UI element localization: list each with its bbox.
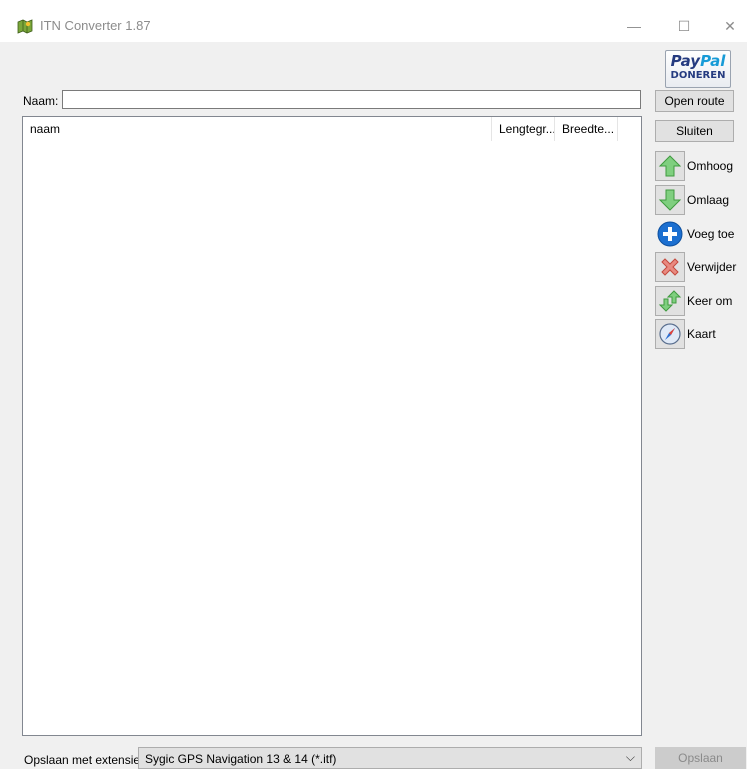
window-title: ITN Converter 1.87: [40, 18, 151, 33]
reverse-route-button[interactable]: Keer om: [655, 286, 747, 316]
add-icon: [655, 219, 685, 249]
paypal-donate-button[interactable]: PayPal DONEREN: [665, 50, 731, 88]
route-name-input[interactable]: [62, 90, 641, 109]
add-label: Voeg toe: [687, 227, 735, 241]
column-header-longitude[interactable]: Lengtegr...: [491, 117, 556, 141]
arrow-up-icon: [655, 151, 685, 181]
close-window-button[interactable]: ✕: [710, 12, 747, 40]
move-up-button[interactable]: Omhoog: [655, 151, 747, 181]
extension-select[interactable]: Sygic GPS Navigation 13 & 14 (*.itf) ⌵: [138, 747, 642, 769]
waypoint-list[interactable]: naam Lengtegr... Breedte...: [22, 116, 642, 736]
name-label: Naam:: [23, 94, 59, 108]
maximize-button[interactable]: ☐: [664, 12, 704, 40]
open-route-button[interactable]: Open route: [655, 90, 734, 112]
column-header-latitude[interactable]: Breedte...: [554, 117, 618, 141]
delete-waypoint-button[interactable]: Verwijder: [655, 252, 747, 282]
add-waypoint-button[interactable]: Voeg toe: [655, 219, 747, 249]
map-label: Kaart: [687, 327, 716, 341]
reverse-icon: [655, 286, 685, 316]
close-route-button[interactable]: Sluiten: [655, 120, 734, 142]
move-down-label: Omlaag: [687, 193, 730, 207]
chevron-down-icon: ⌵: [625, 750, 635, 764]
title-bar: ITN Converter 1.87 — ☐ ✕: [0, 0, 747, 42]
extension-label: Opslaan met extensie:: [24, 753, 144, 767]
arrow-down-icon: [655, 185, 685, 215]
save-button[interactable]: Opslaan: [655, 747, 746, 769]
extension-selected-value: Sygic GPS Navigation 13 & 14 (*.itf): [145, 752, 337, 766]
minimize-button[interactable]: —: [614, 12, 654, 40]
donate-label: DONEREN: [670, 70, 726, 81]
paypal-logo: PayPal: [670, 52, 726, 70]
delete-icon: [655, 252, 685, 282]
move-down-button[interactable]: Omlaag: [655, 185, 747, 215]
move-up-label: Omhoog: [687, 159, 734, 173]
delete-label: Verwijder: [687, 260, 737, 274]
reverse-label: Keer om: [687, 294, 733, 308]
column-header-name[interactable]: naam: [23, 117, 491, 141]
compass-icon: [655, 319, 685, 349]
map-button[interactable]: Kaart: [655, 319, 747, 349]
app-map-icon: [17, 18, 33, 34]
